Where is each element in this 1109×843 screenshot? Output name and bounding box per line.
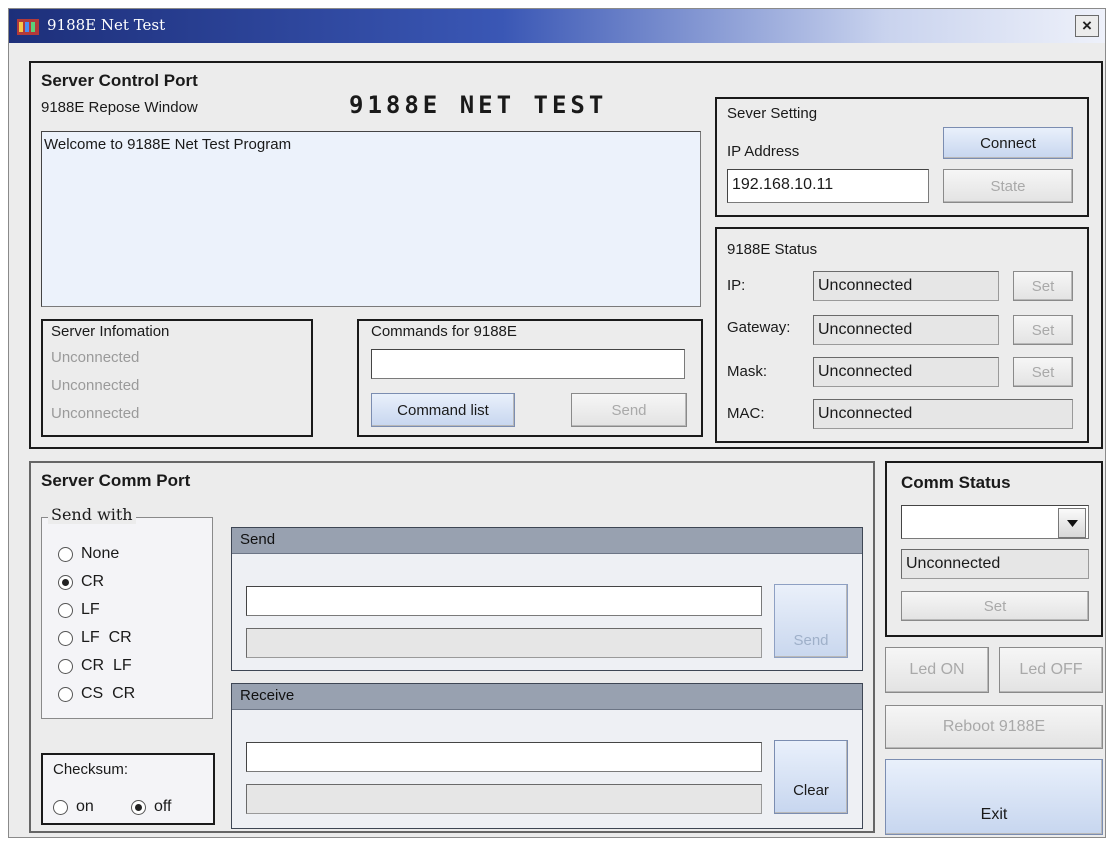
status-ip-value: Unconnected: [813, 271, 999, 301]
title-bar[interactable]: 9188E Net Test ×: [9, 9, 1105, 43]
send-input[interactable]: [246, 586, 762, 616]
status-mask-set-button[interactable]: Set: [1013, 357, 1073, 387]
connect-button[interactable]: Connect: [943, 127, 1073, 159]
server-control-port-group: Server Control Port 9188E Repose Window …: [29, 61, 1103, 449]
comm-status-title: Comm Status: [901, 473, 1011, 492]
commands-title: Commands for 9188E: [371, 323, 517, 340]
option-lf[interactable]: LF: [58, 596, 135, 624]
checksum-on-label: on: [76, 798, 94, 815]
clear-button[interactable]: Clear: [774, 740, 848, 814]
close-button[interactable]: ×: [1075, 15, 1099, 37]
ip-address-label: IP Address: [727, 143, 800, 160]
commands-group: Commands for 9188E Command list Send: [357, 319, 703, 437]
radio-cr-lf-icon: [58, 658, 73, 674]
exit-button[interactable]: Exit: [885, 759, 1103, 835]
radio-checksum-on-icon: [53, 799, 68, 815]
server-comm-title: Server Comm Port: [41, 471, 191, 490]
radio-lf-icon: [58, 602, 73, 618]
server-info-line-2: Unconnected: [51, 377, 140, 394]
receive-panel-title: Receive: [232, 684, 862, 710]
receive-input[interactable]: [246, 742, 762, 772]
checksum-group: Checksum: on off: [41, 753, 215, 825]
checksum-off-label: off: [154, 798, 172, 815]
option-cs-cr[interactable]: CS CR: [58, 680, 135, 708]
option-cr-label: CR: [81, 573, 105, 590]
receive-panel: Receive Clear: [231, 683, 863, 829]
checksum-off-option[interactable]: off: [131, 793, 172, 821]
status-gateway-label: Gateway:: [727, 319, 791, 336]
repose-window-textarea[interactable]: Welcome to 9188E Net Test Program: [41, 131, 701, 307]
send-panel-title: Send: [232, 528, 862, 554]
device-status-title: 9188E Status: [727, 241, 818, 258]
app-window: 9188E Net Test × Server Control Port 918…: [8, 8, 1106, 838]
device-status-group: 9188E Status IP: Unconnected Set Gateway…: [715, 227, 1089, 443]
status-ip-label: IP:: [727, 277, 746, 294]
status-mask-value: Unconnected: [813, 357, 999, 387]
server-information-group: Server Infomation Unconnected Unconnecte…: [41, 319, 313, 437]
repose-text: Welcome to 9188E Net Test Program: [44, 136, 292, 153]
app-icon: [17, 19, 39, 35]
server-info-line-1: Unconnected: [51, 349, 140, 366]
send-echo-field: [246, 628, 762, 658]
comm-status-set-button[interactable]: Set: [901, 591, 1089, 621]
send-button[interactable]: Send: [774, 584, 848, 658]
server-info-line-3: Unconnected: [51, 405, 140, 422]
option-cr-lf[interactable]: CR LF: [58, 652, 135, 680]
close-icon: ×: [1082, 16, 1092, 35]
send-with-title: Send with: [48, 505, 136, 524]
comm-port-select[interactable]: [901, 505, 1089, 539]
option-lf-cr-label: LF CR: [81, 629, 132, 646]
sever-setting-title: Sever Setting: [727, 105, 818, 122]
option-none-label: None: [81, 545, 120, 562]
radio-checksum-off-selected-icon: [131, 799, 146, 815]
reboot-button[interactable]: Reboot 9188E: [885, 705, 1103, 749]
led-on-button[interactable]: Led ON: [885, 647, 989, 693]
option-none[interactable]: None: [58, 540, 135, 568]
command-send-button[interactable]: Send: [571, 393, 687, 427]
checksum-label: Checksum:: [53, 761, 129, 778]
option-cr[interactable]: CR: [58, 568, 135, 596]
option-cr-lf-label: CR LF: [81, 657, 132, 674]
status-ip-set-button[interactable]: Set: [1013, 271, 1073, 301]
window-title: 9188E Net Test: [47, 16, 166, 34]
state-button[interactable]: State: [943, 169, 1073, 203]
command-list-button[interactable]: Command list: [371, 393, 515, 427]
option-lf-cr[interactable]: LF CR: [58, 624, 135, 652]
status-gateway-set-button[interactable]: Set: [1013, 315, 1073, 345]
send-panel: Send Send: [231, 527, 863, 671]
chevron-down-icon[interactable]: [1058, 508, 1086, 538]
receive-echo-field: [246, 784, 762, 814]
send-with-group: Send with None CR LF LF CR CR LF CS CR: [41, 505, 213, 719]
command-input[interactable]: [371, 349, 685, 379]
banner-title: 9188E NET TEST: [349, 91, 608, 119]
status-gateway-value: Unconnected: [813, 315, 999, 345]
radio-none-icon: [58, 546, 73, 562]
comm-status-value: Unconnected: [901, 549, 1089, 579]
radio-lf-cr-icon: [58, 630, 73, 646]
status-mask-label: Mask:: [727, 363, 768, 380]
led-off-button[interactable]: Led OFF: [999, 647, 1103, 693]
server-information-title: Server Infomation: [51, 323, 170, 340]
radio-cr-selected-icon: [58, 574, 73, 590]
comm-status-group: Comm Status Unconnected Set: [885, 461, 1103, 637]
status-mac-label: MAC:: [727, 405, 765, 422]
option-lf-label: LF: [81, 601, 100, 618]
status-mac-value: Unconnected: [813, 399, 1073, 429]
server-comm-port-group: Server Comm Port Send with None CR LF LF…: [29, 461, 875, 833]
ip-address-input[interactable]: 192.168.10.11: [727, 169, 929, 203]
sever-setting-group: Sever Setting IP Address Connect 192.168…: [715, 97, 1089, 217]
radio-cs-cr-icon: [58, 686, 73, 702]
repose-window-label: 9188E Repose Window: [41, 99, 198, 116]
checksum-on-option[interactable]: on: [53, 793, 94, 821]
option-cs-cr-label: CS CR: [81, 685, 136, 702]
server-control-title: Server Control Port: [41, 71, 198, 90]
